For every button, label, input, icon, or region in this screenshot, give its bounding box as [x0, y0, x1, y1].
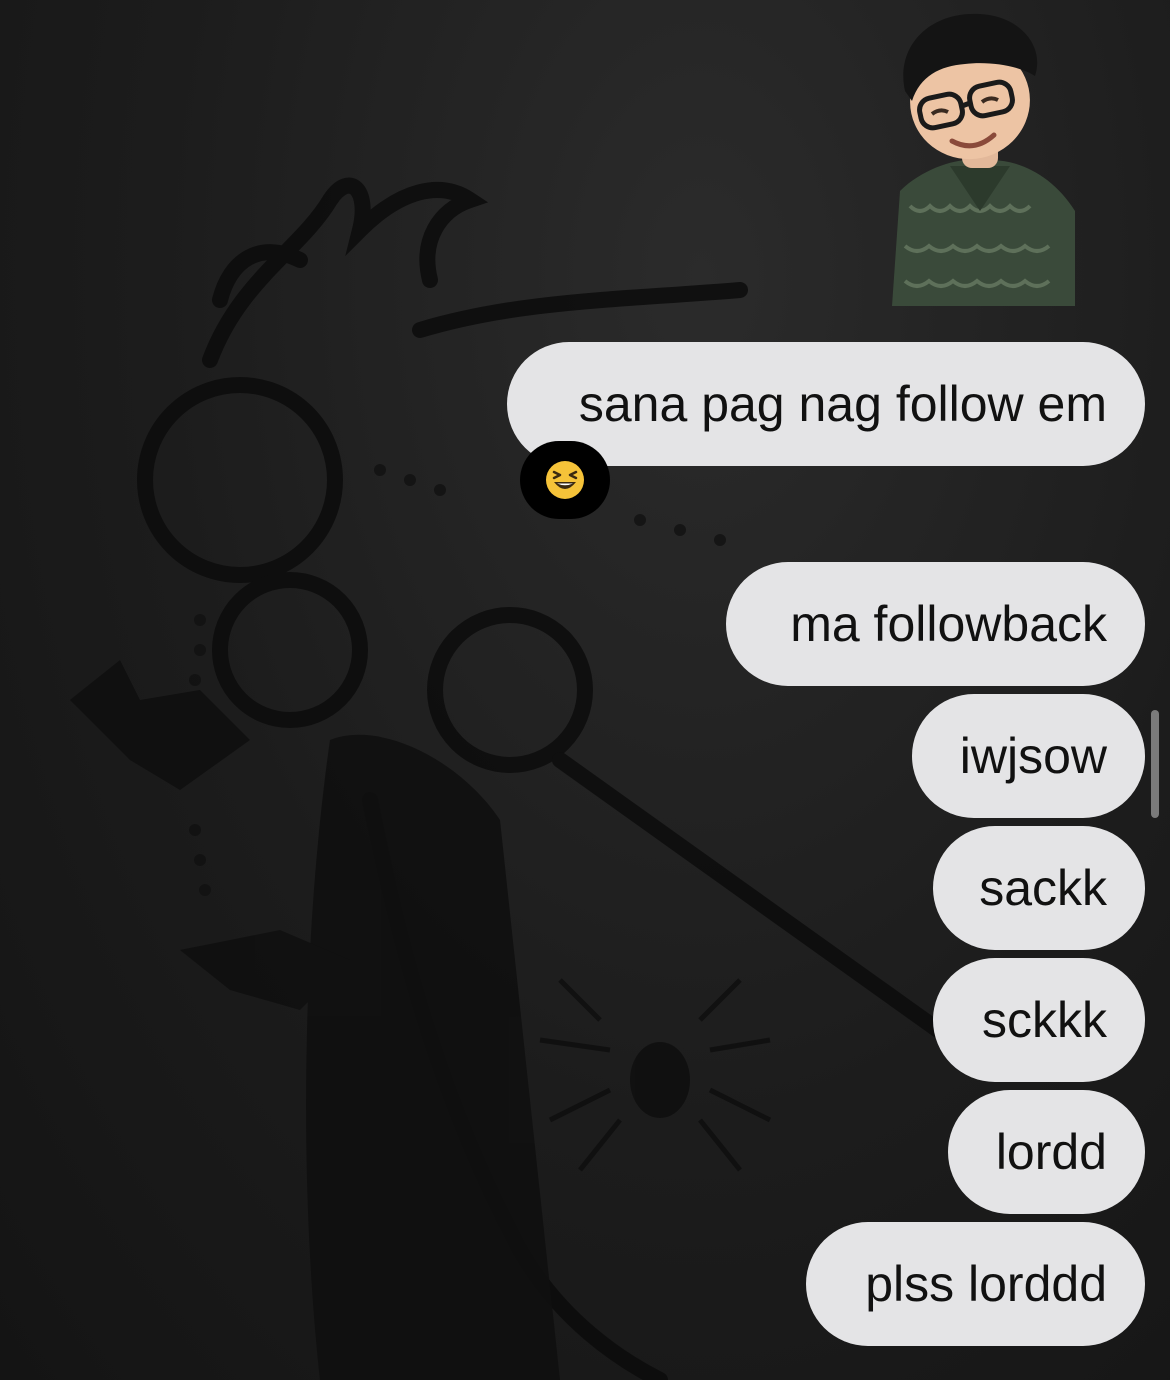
message-text: lordd: [995, 1124, 1107, 1180]
message-bubble-6[interactable]: lordd: [948, 1090, 1145, 1214]
message-bubble-1[interactable]: sana pag nag follow em: [507, 342, 1145, 466]
scrollbar[interactable]: [1151, 710, 1159, 818]
message-bubble-2[interactable]: ma followback: [726, 562, 1145, 686]
message-bubble-7[interactable]: plss lorddd: [806, 1222, 1145, 1346]
message-text: sackk: [979, 860, 1107, 916]
message-text: ma followback: [790, 596, 1107, 652]
message-bubble-3[interactable]: iwjsow: [912, 694, 1145, 818]
message-bubble-5[interactable]: sckkk: [933, 958, 1145, 1082]
message-text: sckkk: [982, 992, 1107, 1048]
avatar-icon: [892, 13, 1075, 306]
message-bubble-4[interactable]: sackk: [933, 826, 1145, 950]
message-reaction[interactable]: [520, 441, 610, 519]
message-text: plss lorddd: [865, 1256, 1107, 1312]
laughing-face-icon: [546, 461, 584, 499]
message-text: iwjsow: [959, 728, 1107, 784]
message-text: sana pag nag follow em: [578, 376, 1107, 432]
memoji-avatar: [870, 6, 1085, 306]
